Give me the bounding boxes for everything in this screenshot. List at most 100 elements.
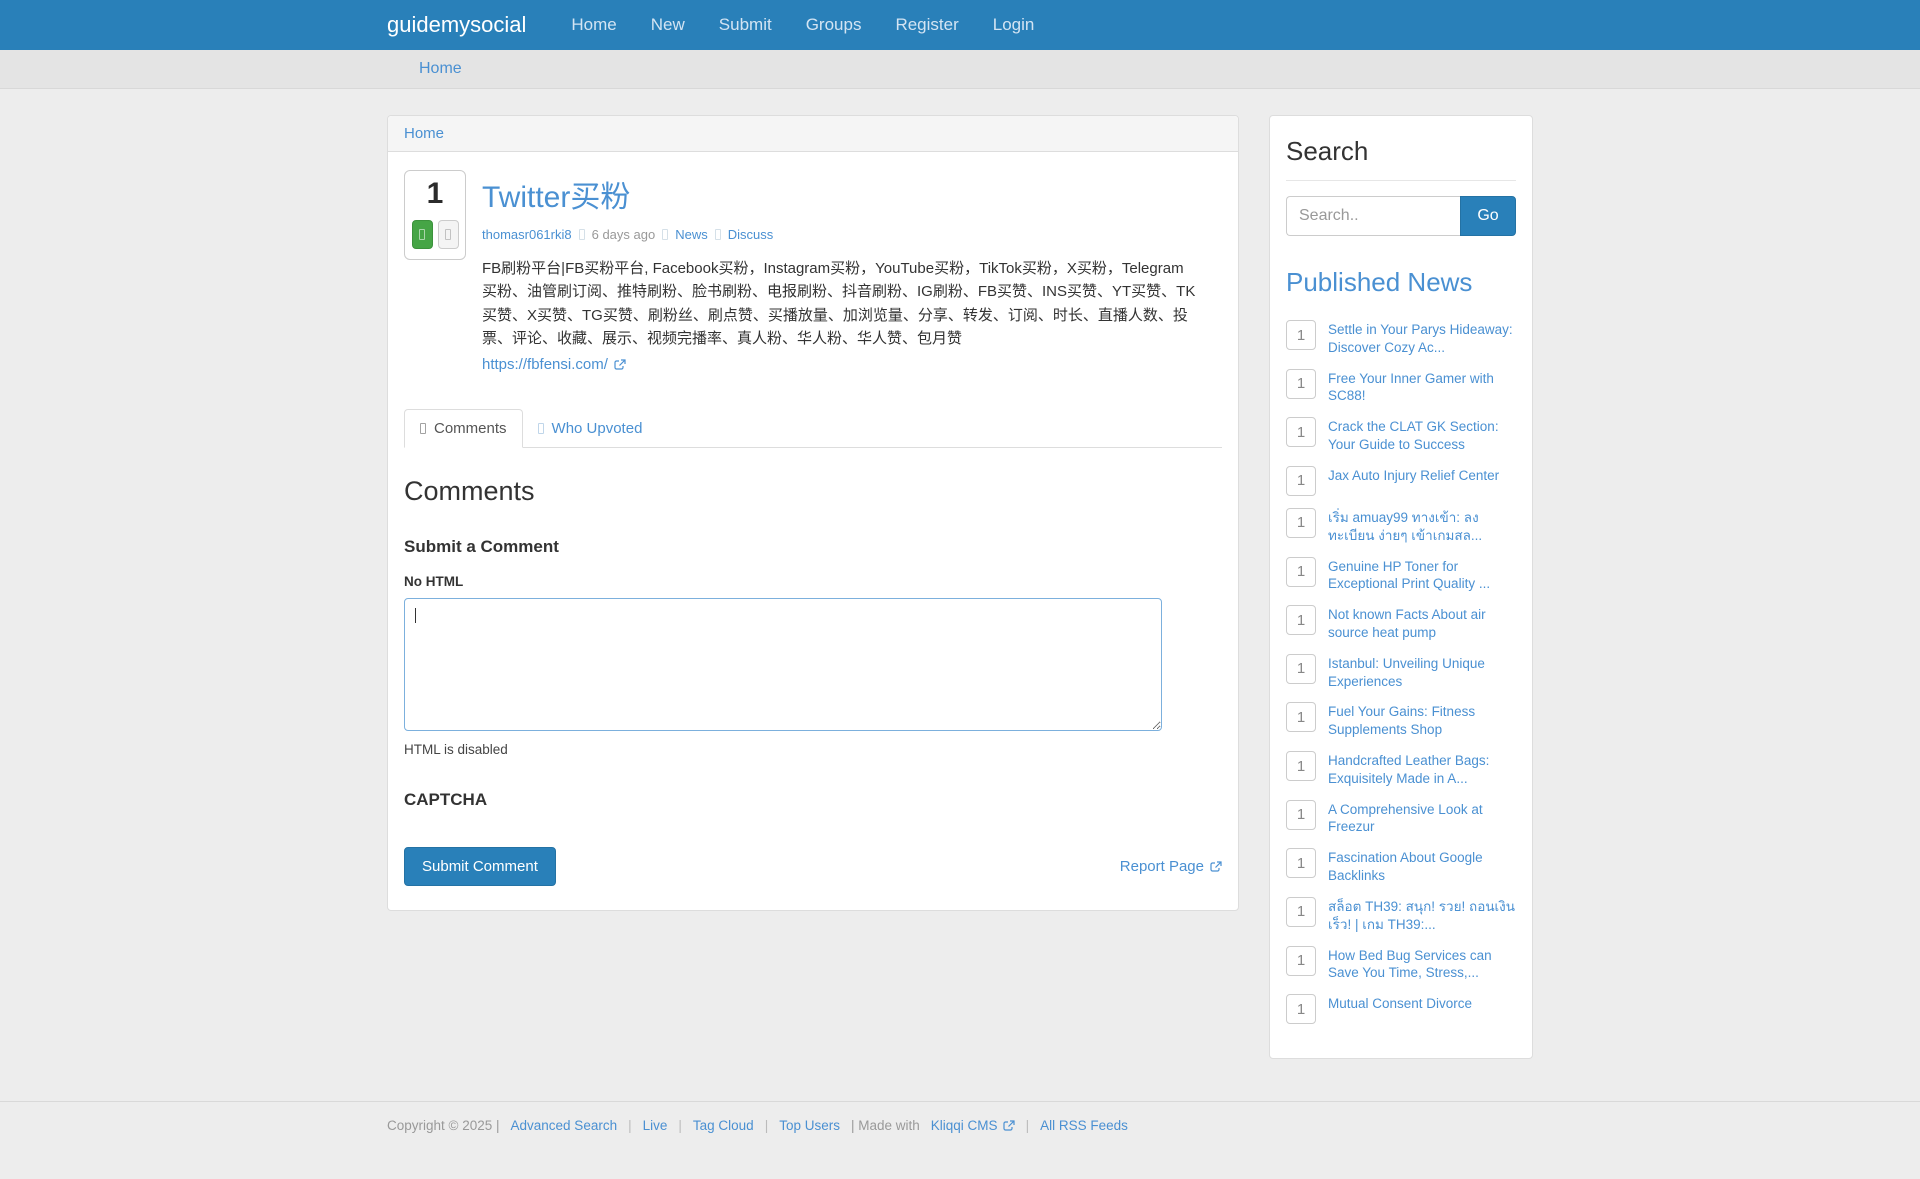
news-count-badge: 1 <box>1286 896 1316 927</box>
news-link[interactable]: สล็อต TH39: สนุก! รวย! ถอนเงินเร็ว! | เก… <box>1328 897 1516 934</box>
footer-advanced-search-link[interactable]: Advanced Search <box>511 1118 618 1133</box>
no-html-label: No HTML <box>404 574 464 589</box>
vote-count: 1 <box>426 177 444 210</box>
post: 1 Twitter买粉 thomasr061rki8 6 days ago Ne… <box>404 170 1222 373</box>
post-external-url-link[interactable]: https://fbfensi.com/ <box>482 356 608 373</box>
news-item: 1 Genuine HP Toner for Exceptional Print… <box>1286 556 1516 594</box>
news-link[interactable]: Istanbul: Unveiling Unique Experiences <box>1328 654 1516 691</box>
news-list: 1 Settle in Your Parys Hideaway: Discove… <box>1286 320 1516 1025</box>
footer-separator: | <box>628 1118 632 1134</box>
footer-all-rss-feeds-link[interactable]: All RSS Feeds <box>1040 1118 1128 1133</box>
footer: Copyright © 2025 | Advanced Search | Liv… <box>0 1101 1920 1179</box>
nav-home[interactable]: Home <box>554 0 633 50</box>
news-link[interactable]: A Comprehensive Look at Freezur <box>1328 800 1516 837</box>
nav-submit[interactable]: Submit <box>702 0 789 50</box>
nav-register[interactable]: Register <box>878 0 975 50</box>
news-item: 1 Handcrafted Leather Bags: Exquisitely … <box>1286 751 1516 788</box>
news-count-badge: 1 <box>1286 799 1316 830</box>
news-link[interactable]: Free Your Inner Gamer with SC88! <box>1328 369 1516 406</box>
comments-heading: Comments <box>404 476 535 506</box>
news-link[interactable]: Fascination About Google Backlinks <box>1328 848 1516 885</box>
comment-textarea[interactable] <box>404 598 1162 731</box>
footer-top-users-link[interactable]: Top Users <box>779 1118 840 1133</box>
made-with-text: | Made with <box>850 1118 920 1134</box>
main-nav: Home New Submit Groups Register Login <box>554 0 1051 50</box>
news-link[interactable]: Mutual Consent Divorce <box>1328 994 1472 1013</box>
meta-separator-icon <box>714 229 721 240</box>
news-count-badge: 1 <box>1286 751 1316 781</box>
brand-link[interactable]: guidemysocial <box>387 12 526 38</box>
meta-separator-icon <box>662 229 669 240</box>
news-count-badge: 1 <box>1286 945 1316 976</box>
news-link[interactable]: Not known Facts About air source heat pu… <box>1328 605 1516 642</box>
post-author-link[interactable]: thomasr061rki8 <box>482 227 572 242</box>
comments-tab-icon <box>420 423 426 434</box>
search-go-button[interactable]: Go <box>1460 196 1516 236</box>
news-count-badge: 1 <box>1286 605 1316 636</box>
breadcrumb-home-link[interactable]: Home <box>419 60 462 77</box>
submit-comment-heading: Submit a Comment <box>404 537 559 556</box>
search-group: Go <box>1286 196 1516 236</box>
news-item: 1 Mutual Consent Divorce <box>1286 994 1516 1025</box>
external-link-icon <box>614 358 626 371</box>
news-link[interactable]: Genuine HP Toner for Exceptional Print Q… <box>1328 557 1516 594</box>
news-link[interactable]: Settle in Your Parys Hideaway: Discover … <box>1328 320 1516 357</box>
news-count-badge: 1 <box>1286 556 1316 587</box>
news-link[interactable]: Jax Auto Injury Relief Center <box>1328 466 1499 485</box>
nav-login[interactable]: Login <box>976 0 1052 50</box>
footer-tag-cloud-link[interactable]: Tag Cloud <box>693 1118 754 1133</box>
news-item: 1 A Comprehensive Look at Freezur <box>1286 799 1516 837</box>
report-page-link[interactable]: Report Page <box>1120 858 1204 875</box>
external-link-icon <box>1002 1120 1015 1132</box>
post-time: 6 days ago <box>591 227 656 242</box>
vote-bury-button[interactable] <box>437 220 459 249</box>
footer-separator: | <box>764 1118 769 1134</box>
navbar: guidemysocial Home New Submit Groups Reg… <box>0 0 1920 50</box>
news-item: 1 Jax Auto Injury Relief Center <box>1286 465 1516 496</box>
news-count-badge: 1 <box>1286 848 1316 879</box>
news-link[interactable]: How Bed Bug Services can Save You Time, … <box>1328 946 1516 983</box>
nav-new[interactable]: New <box>634 0 702 50</box>
captcha-heading: CAPTCHA <box>404 790 488 809</box>
meta-separator-icon <box>578 229 585 240</box>
external-link-icon <box>1210 860 1222 873</box>
tab-who-upvoted-label: Who Upvoted <box>551 420 643 437</box>
footer-live-link[interactable]: Live <box>643 1118 668 1133</box>
tab-comments-label: Comments <box>434 420 507 437</box>
news-count-badge: 1 <box>1286 507 1316 538</box>
vote-up-button[interactable] <box>411 220 433 249</box>
footer-separator: | <box>678 1118 682 1134</box>
news-item: 1 เริ่ม amuay99 ทางเข้า: ลงทะเบียน ง่ายๆ… <box>1286 507 1516 545</box>
card-breadcrumb-home-link[interactable]: Home <box>404 125 444 142</box>
news-link[interactable]: Crack the CLAT GK Section: Your Guide to… <box>1328 417 1516 454</box>
news-item: 1 Istanbul: Unveiling Unique Experiences <box>1286 653 1516 691</box>
news-link[interactable]: เริ่ม amuay99 ทางเข้า: ลงทะเบียน ง่ายๆ เ… <box>1328 508 1516 545</box>
news-link[interactable]: Handcrafted Leather Bags: Exquisitely Ma… <box>1328 751 1516 788</box>
submit-comment-button[interactable]: Submit Comment <box>404 847 556 886</box>
breadcrumb-bar: Home <box>0 50 1920 89</box>
vote-widget: 1 <box>404 170 466 260</box>
nav-groups[interactable]: Groups <box>789 0 879 50</box>
search-heading: Search <box>1286 136 1516 181</box>
search-input[interactable] <box>1286 196 1460 236</box>
news-count-badge: 1 <box>1286 702 1316 733</box>
post-category-link[interactable]: News <box>675 227 708 242</box>
news-link[interactable]: Fuel Your Gains: Fitness Supplements Sho… <box>1328 702 1516 739</box>
kliqqi-cms-link[interactable]: Kliqqi CMS <box>931 1118 998 1133</box>
tab-who-upvoted[interactable]: Who Upvoted <box>523 409 658 448</box>
post-title-link[interactable]: Twitter买粉 <box>482 181 630 214</box>
footer-separator: | <box>1025 1118 1030 1134</box>
news-item: 1 Crack the CLAT GK Section: Your Guide … <box>1286 417 1516 454</box>
tab-comments[interactable]: Comments <box>404 409 523 448</box>
html-disabled-note: HTML is disabled <box>404 742 508 757</box>
news-item: 1 Fascination About Google Backlinks <box>1286 848 1516 885</box>
post-title: Twitter买粉 <box>482 172 1196 216</box>
who-upvoted-tab-icon <box>537 423 544 434</box>
vote-up-icon <box>419 229 425 240</box>
post-discuss-link[interactable]: Discuss <box>728 227 774 242</box>
text-cursor <box>415 608 416 623</box>
post-description: FB刷粉平台|FB买粉平台, Facebook买粉，Instagram买粉，Yo… <box>482 260 1196 347</box>
news-item: 1 Settle in Your Parys Hideaway: Discove… <box>1286 320 1516 357</box>
news-count-badge: 1 <box>1286 320 1316 350</box>
news-item: 1 Free Your Inner Gamer with SC88! <box>1286 368 1516 406</box>
